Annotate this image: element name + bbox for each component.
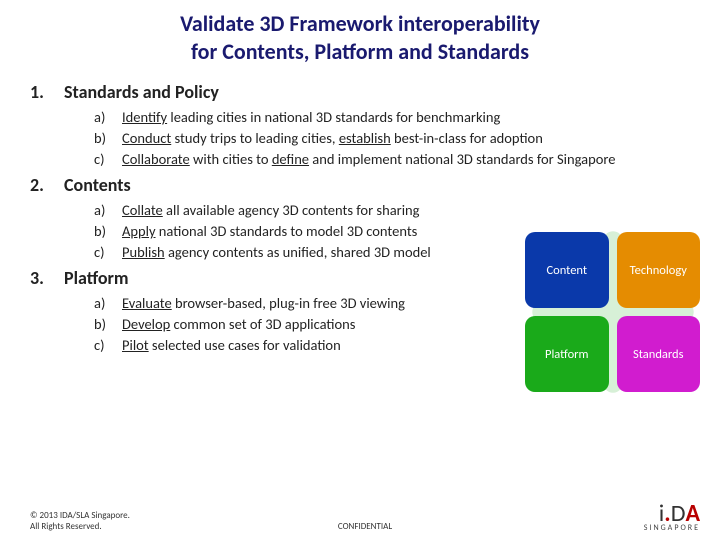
list-item: b) Apply national 3D standards to model … <box>94 221 500 242</box>
section-title: Standards and Policy <box>64 81 219 103</box>
copyright: © 2013 IDA/SLA Singapore. All Rights Res… <box>30 510 130 532</box>
list-item: c) Pilot selected use cases for validati… <box>94 335 500 356</box>
list-item: c) Publish agency contents as unified, s… <box>94 242 500 263</box>
section-num: 1. <box>30 81 58 103</box>
title-line-2: for Contents, Platform and Standards <box>40 38 680 66</box>
slide-title: Validate 3D Framework interoperability f… <box>0 0 720 77</box>
list-item: c) Collaborate with cities to define and… <box>94 149 690 170</box>
quadrant-graphic: Content Technology Platform Standards <box>525 232 700 392</box>
quad-content: Content <box>525 232 609 308</box>
footer: © 2013 IDA/SLA Singapore. All Rights Res… <box>30 503 700 532</box>
title-line-1: Validate 3D Framework interoperability <box>40 10 680 38</box>
list-item: a) Evaluate browser-based, plug-in free … <box>94 293 500 314</box>
section-title: Platform <box>64 267 129 289</box>
section-title: Contents <box>64 174 131 196</box>
section-num: 3. <box>30 267 58 289</box>
quad-grid: Content Technology Platform Standards <box>525 232 700 392</box>
section-1-heading: 1. Standards and Policy <box>30 81 690 103</box>
quad-technology: Technology <box>617 232 701 308</box>
list-item: a) Identify leading cities in national 3… <box>94 107 690 128</box>
quad-platform: Platform <box>525 316 609 392</box>
confidential-label: CONFIDENTIAL <box>338 521 392 532</box>
list-item: b) Develop common set of 3D applications <box>94 314 500 335</box>
ida-logo: i.DA SINGAPORE <box>644 503 700 532</box>
quad-standards: Standards <box>617 316 701 392</box>
list-item: a) Collate all available agency 3D conte… <box>94 200 500 221</box>
section-num: 2. <box>30 174 58 196</box>
section-2-heading: 2. Contents <box>30 174 690 196</box>
section-1-items: a) Identify leading cities in national 3… <box>94 107 690 170</box>
list-item: b) Conduct study trips to leading cities… <box>94 128 690 149</box>
